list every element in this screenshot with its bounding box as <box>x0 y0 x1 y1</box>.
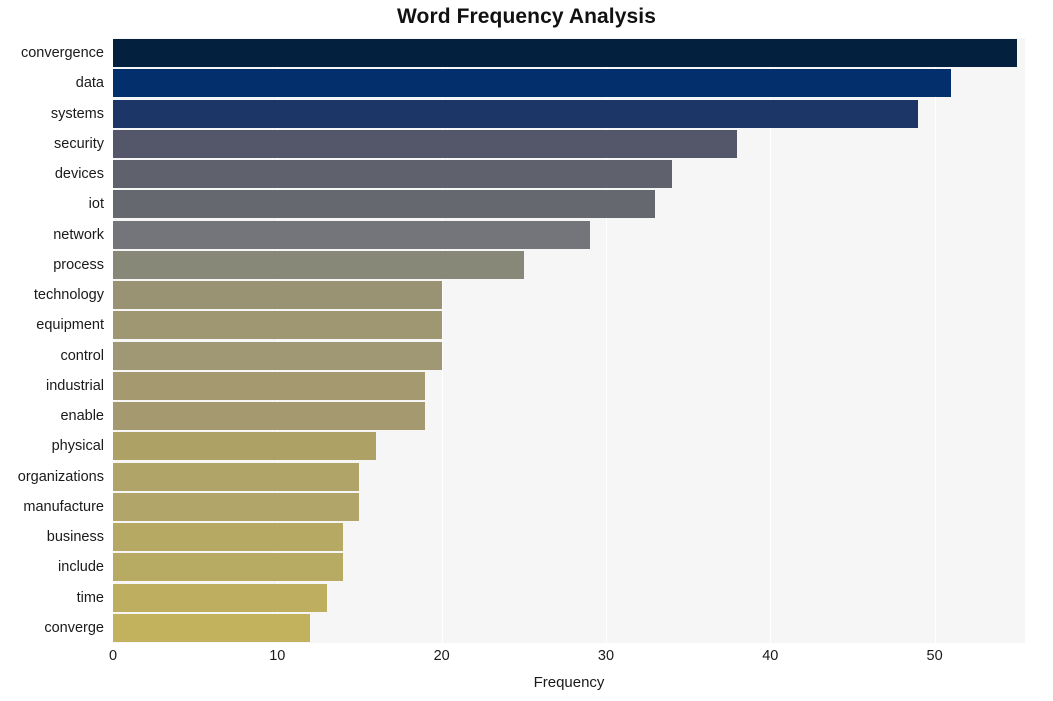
bar-row[interactable] <box>113 129 1025 158</box>
bar[interactable] <box>113 402 426 431</box>
bar[interactable] <box>113 129 738 158</box>
y-tick-label: include <box>58 559 104 576</box>
bar-row[interactable] <box>113 613 1025 642</box>
x-tick-label: 40 <box>762 648 779 664</box>
bar-row[interactable] <box>113 220 1025 249</box>
bar[interactable] <box>113 523 344 552</box>
bar-row[interactable] <box>113 160 1025 189</box>
bar-row[interactable] <box>113 583 1025 612</box>
x-tick-label: 50 <box>926 648 943 664</box>
word-frequency-chart: Word Frequency Analysis convergence data s… <box>0 0 1053 701</box>
y-tick-label: convergence <box>20 45 104 62</box>
x-axis-label: Frequency <box>533 674 605 691</box>
bar[interactable] <box>113 160 672 189</box>
y-tick-label: systems <box>50 105 104 122</box>
bar[interactable] <box>113 281 442 310</box>
y-tick-label: technology <box>33 287 104 304</box>
bar-row[interactable] <box>113 492 1025 521</box>
y-tick-label: equipment <box>36 317 104 334</box>
bar-row[interactable] <box>113 39 1025 68</box>
y-tick-label: security <box>54 135 104 152</box>
y-tick-label: business <box>46 529 104 546</box>
bar[interactable] <box>113 492 360 521</box>
y-tick-label: industrial <box>45 377 104 394</box>
y-tick-label: physical <box>51 438 104 455</box>
gridline <box>934 38 936 643</box>
gridline <box>605 38 607 643</box>
y-tick-label: process <box>53 256 104 273</box>
bar[interactable] <box>113 583 327 612</box>
bar-row[interactable] <box>113 432 1025 461</box>
bar-row[interactable] <box>113 523 1025 552</box>
x-tick-label: 0 <box>108 648 118 664</box>
bar-row[interactable] <box>113 190 1025 219</box>
bar-row[interactable] <box>113 69 1025 98</box>
bar-row[interactable] <box>113 553 1025 582</box>
bar-row[interactable] <box>113 402 1025 431</box>
y-tick-label: time <box>76 589 104 606</box>
x-axis-tick-labels: 0 10 20 30 40 50 <box>109 648 1025 670</box>
bar[interactable] <box>113 432 376 461</box>
plot-area <box>113 38 1025 643</box>
bar[interactable] <box>113 190 656 219</box>
bar-row[interactable] <box>113 371 1025 400</box>
bar[interactable] <box>113 250 524 279</box>
y-tick-label: data <box>75 75 104 92</box>
bar[interactable] <box>113 371 426 400</box>
y-tick-label: devices <box>54 166 104 183</box>
bar-row[interactable] <box>113 281 1025 310</box>
gridline <box>277 38 279 643</box>
bar[interactable] <box>113 613 311 642</box>
x-tick-label: 10 <box>269 648 286 664</box>
bar[interactable] <box>113 462 360 491</box>
bar[interactable] <box>113 99 919 128</box>
x-tick-label: 30 <box>597 648 615 664</box>
bar[interactable] <box>113 341 442 370</box>
y-tick-label: enable <box>60 408 104 425</box>
x-tick-label: 20 <box>433 648 450 664</box>
gridline <box>113 38 114 643</box>
bar-row[interactable] <box>113 311 1025 340</box>
chart-title: Word Frequency Analysis <box>396 5 657 28</box>
bar-row[interactable] <box>113 341 1025 370</box>
gridline <box>441 38 443 643</box>
bar-row[interactable] <box>113 250 1025 279</box>
y-tick-label: organizations <box>17 468 104 485</box>
bar[interactable] <box>113 553 344 582</box>
bar[interactable] <box>113 39 1017 68</box>
y-tick-label: converge <box>44 619 104 636</box>
bar[interactable] <box>113 69 952 98</box>
y-tick-label: iot <box>88 196 104 213</box>
gridline <box>770 38 772 643</box>
bar[interactable] <box>113 311 442 340</box>
y-tick-label: network <box>53 226 104 243</box>
y-tick-label: manufacture <box>23 498 104 515</box>
bar-row[interactable] <box>113 462 1025 491</box>
bar-row[interactable] <box>113 99 1025 128</box>
bar[interactable] <box>113 220 590 249</box>
y-axis-tick-labels: convergence data systems security devices iot… <box>0 38 105 643</box>
y-tick-label: control <box>60 347 104 364</box>
